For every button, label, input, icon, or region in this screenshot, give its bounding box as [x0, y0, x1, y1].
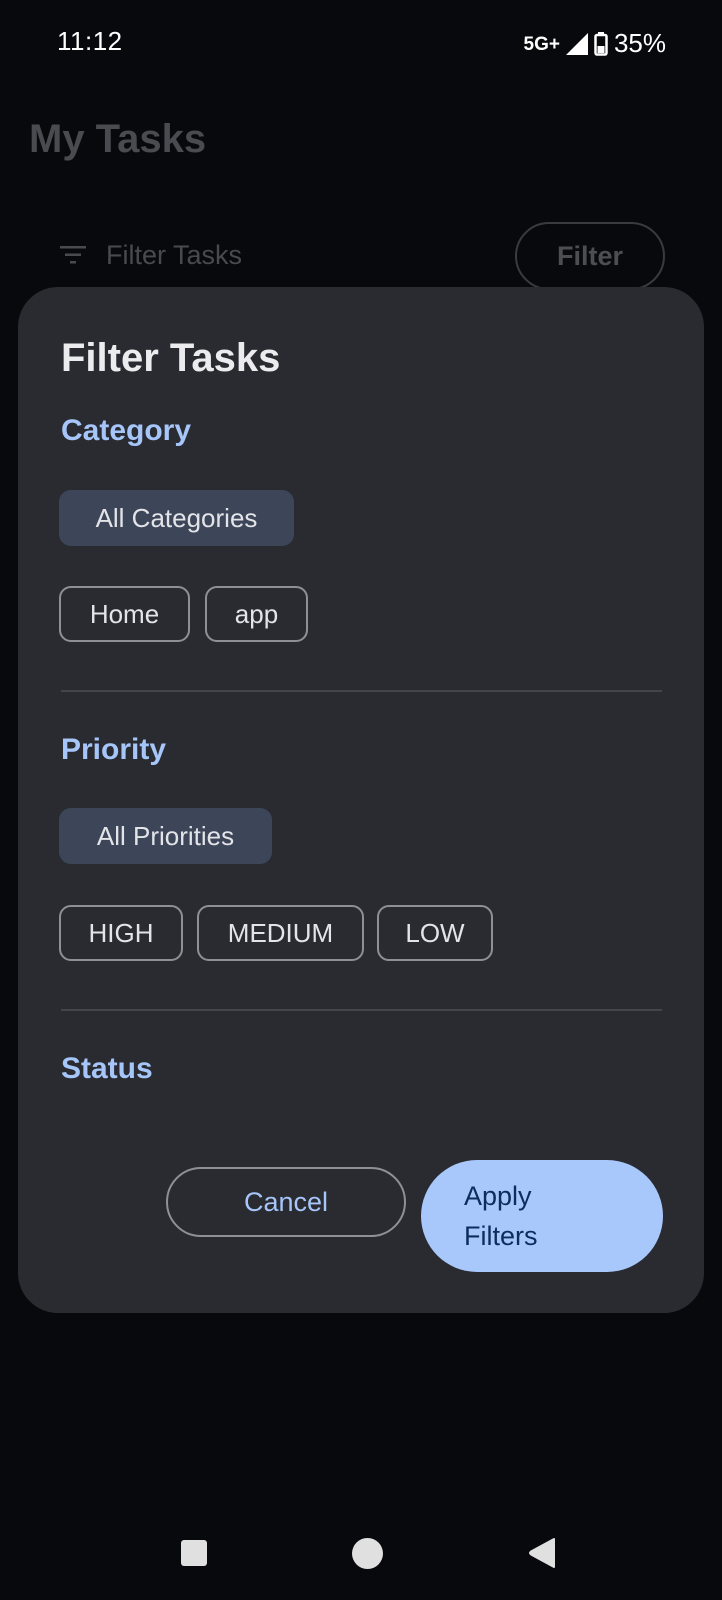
filter-dialog: Filter Tasks Category All Categories Hom… [18, 287, 704, 1313]
page-title: My Tasks [29, 117, 207, 161]
signal-icon [565, 32, 588, 55]
back-triangle-icon[interactable] [528, 1537, 556, 1569]
battery-percentage: 35% [613, 28, 666, 58]
filter-row: Filter Tasks Filter [58, 222, 666, 290]
chip-category-home[interactable]: Home [59, 586, 190, 642]
navigation-bar [0, 1537, 722, 1600]
status-indicators: 5G+ 35% [524, 28, 667, 59]
dialog-title: Filter Tasks [61, 336, 281, 380]
status-section-title: Status [61, 1052, 153, 1085]
home-circle-icon[interactable] [352, 1538, 383, 1569]
section-divider [61, 690, 662, 692]
apply-filters-button[interactable]: Apply Filters [421, 1160, 663, 1272]
recents-square-icon[interactable] [181, 1540, 207, 1566]
battery-icon [594, 31, 608, 56]
screen: 11:12 5G+ 35% My Tasks Filter Tasks Filt… [0, 0, 722, 1600]
network-type: 5G+ [523, 33, 560, 55]
filter-tasks-input[interactable]: Filter Tasks [106, 240, 242, 271]
chip-all-priorities[interactable]: All Priorities [59, 808, 272, 864]
status-time: 11:12 [57, 26, 123, 56]
filter-button[interactable]: Filter [515, 222, 665, 290]
apply-label-line1: Apply [464, 1181, 532, 1211]
chip-priority-high[interactable]: HIGH [59, 905, 183, 961]
section-divider [61, 1009, 662, 1011]
chip-all-categories[interactable]: All Categories [59, 490, 294, 546]
priority-section-title: Priority [61, 733, 167, 766]
category-section-title: Category [61, 414, 192, 447]
filter-lines-icon [60, 246, 86, 264]
status-bar: 11:12 5G+ 35% [0, 0, 722, 86]
cancel-button[interactable]: Cancel [166, 1167, 406, 1237]
chip-category-app[interactable]: app [205, 586, 308, 642]
chip-priority-medium[interactable]: MEDIUM [197, 905, 364, 961]
apply-label-line2: Filters [464, 1221, 538, 1251]
chip-priority-low[interactable]: LOW [377, 905, 493, 961]
